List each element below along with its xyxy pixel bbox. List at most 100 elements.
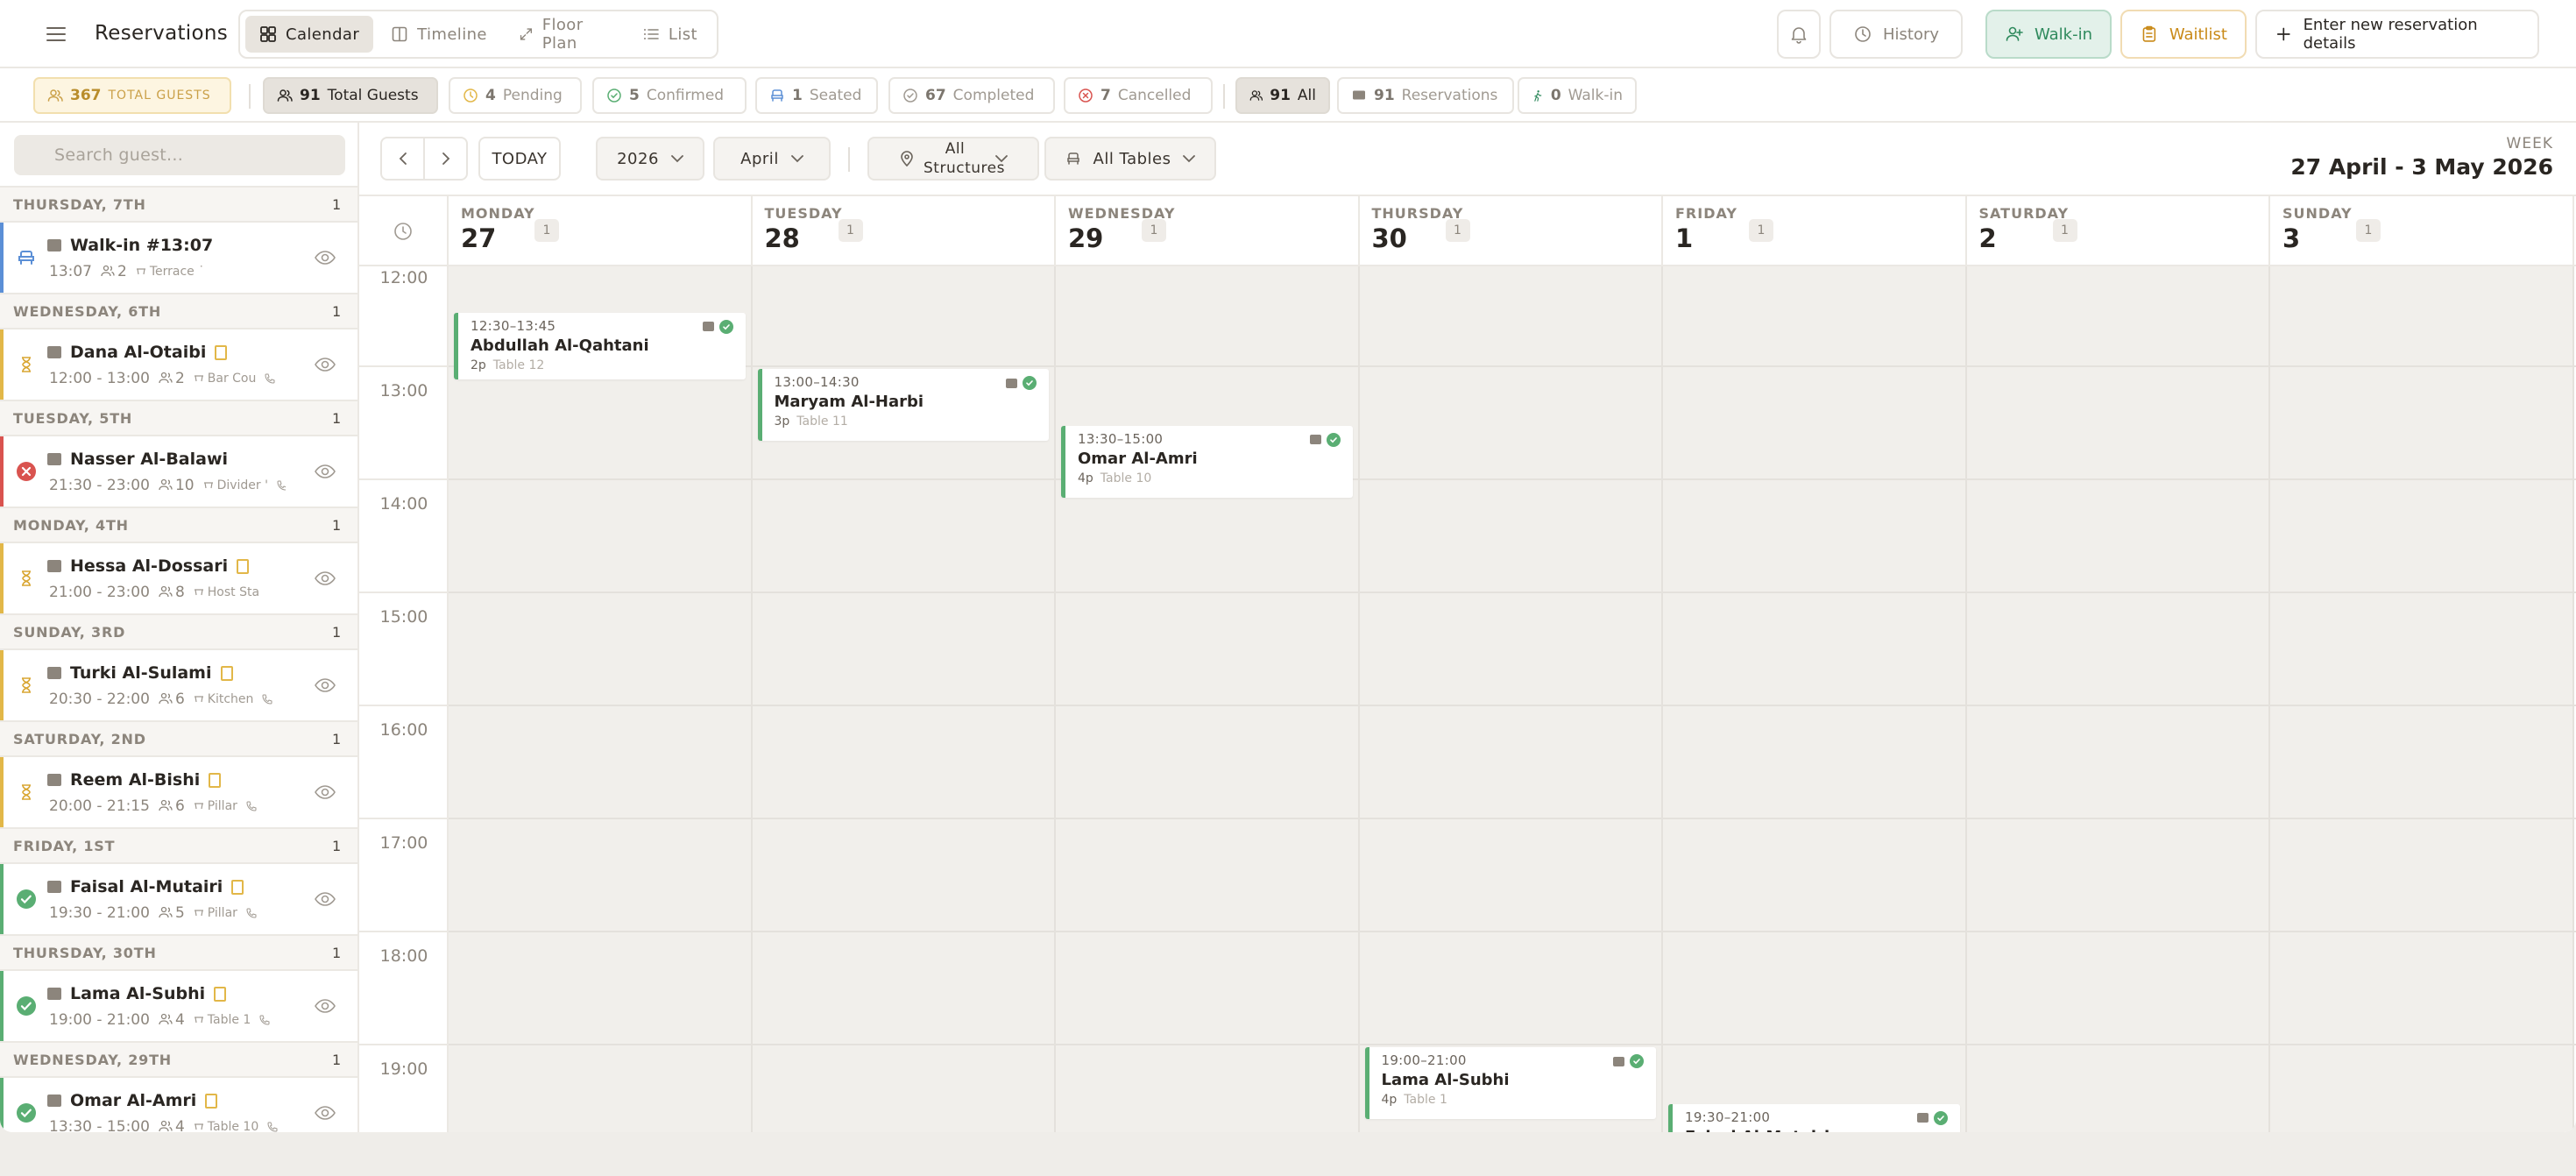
phone-icon [277, 480, 286, 491]
tables-select[interactable]: All Tables [1044, 137, 1216, 181]
event-party: 2p [471, 358, 486, 372]
notifications-button[interactable] [1777, 10, 1821, 59]
message-icon [1006, 378, 1017, 388]
day-column-header[interactable]: TUESDAY 28 1 [753, 196, 1056, 266]
new-reservation-button[interactable]: Enter new reservation details [2255, 10, 2539, 59]
message-icon [1916, 1113, 1928, 1123]
chair-icon [771, 89, 783, 102]
reservation-event[interactable]: 12:30–13:45 Abdullah Al-Qahtani 2p Table 12 [454, 312, 746, 379]
users-icon [1249, 90, 1263, 101]
structures-select[interactable]: All Structures [867, 137, 1039, 181]
filter-reservations[interactable]: 91 Reservations [1337, 77, 1514, 114]
party-size: 6 [159, 797, 185, 815]
day-column-header[interactable]: WEDNESDAY 29 1 [1056, 196, 1360, 266]
reservation-list-item[interactable]: Omar Al-Amri 13:30 - 15:00 4 Table 10 [0, 1078, 357, 1132]
time-column: 12:00 13:00 14:00 15:00 16:00 17:00 18:00 19:00 [359, 266, 449, 1132]
today-button[interactable]: TODAY [478, 137, 561, 181]
table-name-value: Bar Cou [207, 372, 257, 386]
tab-list[interactable]: List [628, 16, 711, 53]
table-name: Kitchen [194, 692, 253, 706]
filter-pending[interactable]: 4 Pending [449, 77, 582, 114]
reservation-event[interactable]: 13:30–15:00 Omar Al-Amri 4p Table 10 [1061, 425, 1353, 498]
next-week-button[interactable] [423, 138, 466, 179]
expand-icon [520, 28, 532, 40]
reservation-count-badge: 1 [1142, 219, 1166, 242]
guest-list: THURSDAY, 7TH 1 Walk-in #13:07 13:07 2 Terrac… [0, 186, 357, 1132]
day-column-header[interactable]: FRIDAY 1 1 [1663, 196, 1967, 266]
menu-icon[interactable] [39, 18, 74, 51]
eye-icon[interactable] [314, 676, 336, 695]
day-column-header[interactable]: MONDAY 27 1 [449, 196, 753, 266]
eye-icon[interactable] [314, 355, 336, 374]
reservation-event[interactable]: 19:30–21:00Faisal Al-Mutairi5pPillar [1668, 1103, 1960, 1132]
day-column[interactable] [2270, 266, 2574, 1132]
eye-icon[interactable] [314, 1103, 336, 1123]
guest-name-row: Turki Al-Sulami [47, 663, 233, 683]
tab-calendar[interactable]: Calendar [245, 16, 374, 53]
year-select[interactable]: 2026 [596, 137, 704, 181]
party-size: 4 [159, 1011, 185, 1029]
hour-label: 14:00 [379, 494, 428, 514]
day-group-count: 1 [332, 944, 342, 961]
day-column[interactable] [1663, 266, 1967, 1132]
chip-count: 91 [1374, 87, 1395, 104]
reservation-list-item[interactable]: Reem Al-Bishi 20:00 - 21:15 6 Pillar [0, 757, 357, 827]
message-icon [47, 239, 61, 251]
month-select[interactable]: April [713, 137, 831, 181]
hour-label: 15:00 [379, 607, 428, 627]
filter-all[interactable]: 91 All [1235, 77, 1330, 114]
message-icon [47, 988, 61, 1000]
walk-in-button[interactable]: Walk-in [1985, 10, 2112, 59]
eye-icon[interactable] [314, 248, 336, 267]
chip-count: 91 [300, 87, 321, 104]
eye-icon[interactable] [314, 996, 336, 1016]
reservations-app: Reservations Calendar Timeline Floor Pla… [0, 0, 2576, 1132]
day-column-header[interactable]: THURSDAY 30 1 [1360, 196, 1663, 266]
guest-name-row: Hessa Al-Dossari [47, 556, 250, 576]
day-date: 30 [1371, 223, 1407, 253]
event-guest-name: Omar Al-Amri [1078, 449, 1198, 468]
reservation-count-badge: 1 [1445, 219, 1470, 242]
eye-icon[interactable] [314, 889, 336, 909]
reservation-event[interactable]: 19:00–21:00 Lama Al-Subhi 4p Table 1 [1364, 1047, 1656, 1119]
filter-completed[interactable]: 67 Completed [888, 77, 1055, 114]
reservation-list-item[interactable]: Hessa Al-Dossari 21:00 - 23:00 8 Host Sta [0, 543, 357, 613]
reservation-list-item[interactable]: Nasser Al-Balawi 21:30 - 23:00 10 Divider ' [0, 436, 357, 507]
reservation-list-item[interactable]: Turki Al-Sulami 20:30 - 22:00 6 Kitchen [0, 650, 357, 720]
reservation-list-item[interactable]: Dana Al-Otaibi 12:00 - 13:00 2 Bar Cou [0, 329, 357, 400]
prev-week-button[interactable] [382, 138, 423, 179]
reservation-meta: 12:00 - 13:00 2 Bar Cou [49, 370, 286, 387]
filter-walk-in[interactable]: 0 Walk-in [1518, 77, 1637, 114]
history-button[interactable]: History [1829, 10, 1963, 59]
tab-label: Timeline [417, 25, 487, 44]
filter-total-guests[interactable]: 91 Total Guests [263, 77, 438, 114]
reservation-list-item[interactable]: Walk-in #13:07 13:07 2 Terrace ˙ [0, 223, 357, 293]
eye-icon[interactable] [314, 569, 336, 588]
eye-icon[interactable] [314, 783, 336, 802]
note-icon [214, 986, 227, 1002]
filter-cancelled[interactable]: 7 Cancelled [1064, 77, 1213, 114]
tab-floor-plan[interactable]: Floor Plan [505, 16, 625, 53]
divider [249, 84, 251, 109]
day-column[interactable] [1966, 266, 2270, 1132]
filter-confirmed[interactable]: 5 Confirmed [592, 77, 747, 114]
day-date: 29 [1068, 223, 1104, 253]
divider [848, 147, 850, 172]
day-column-header[interactable]: SATURDAY 2 1 [1967, 196, 2270, 266]
hour-gridline [359, 478, 449, 480]
reservation-list-item[interactable]: Faisal Al-Mutairi 19:30 - 21:00 5 Pillar [0, 864, 357, 934]
eye-icon[interactable] [314, 462, 336, 481]
filter-seated[interactable]: 1 Seated [755, 77, 878, 114]
tab-timeline[interactable]: Timeline [377, 16, 501, 53]
day-column[interactable] [1056, 266, 1360, 1132]
reservation-list-item[interactable]: Lama Al-Subhi 19:00 - 21:00 4 Table 1 [0, 971, 357, 1041]
waitlist-button[interactable]: Waitlist [2120, 10, 2247, 59]
day-column[interactable] [449, 266, 753, 1132]
chevron-down-icon [671, 154, 683, 162]
search-input[interactable]: Search guest... [14, 135, 345, 175]
status-bar [0, 757, 4, 827]
day-column[interactable] [1359, 266, 1663, 1132]
day-column-header[interactable]: SUNDAY 3 1 [2270, 196, 2574, 266]
reservation-event[interactable]: 13:00–14:30 Maryam Al-Harbi 3p Table 11 [757, 369, 1049, 441]
walk-icon [1534, 90, 1542, 102]
